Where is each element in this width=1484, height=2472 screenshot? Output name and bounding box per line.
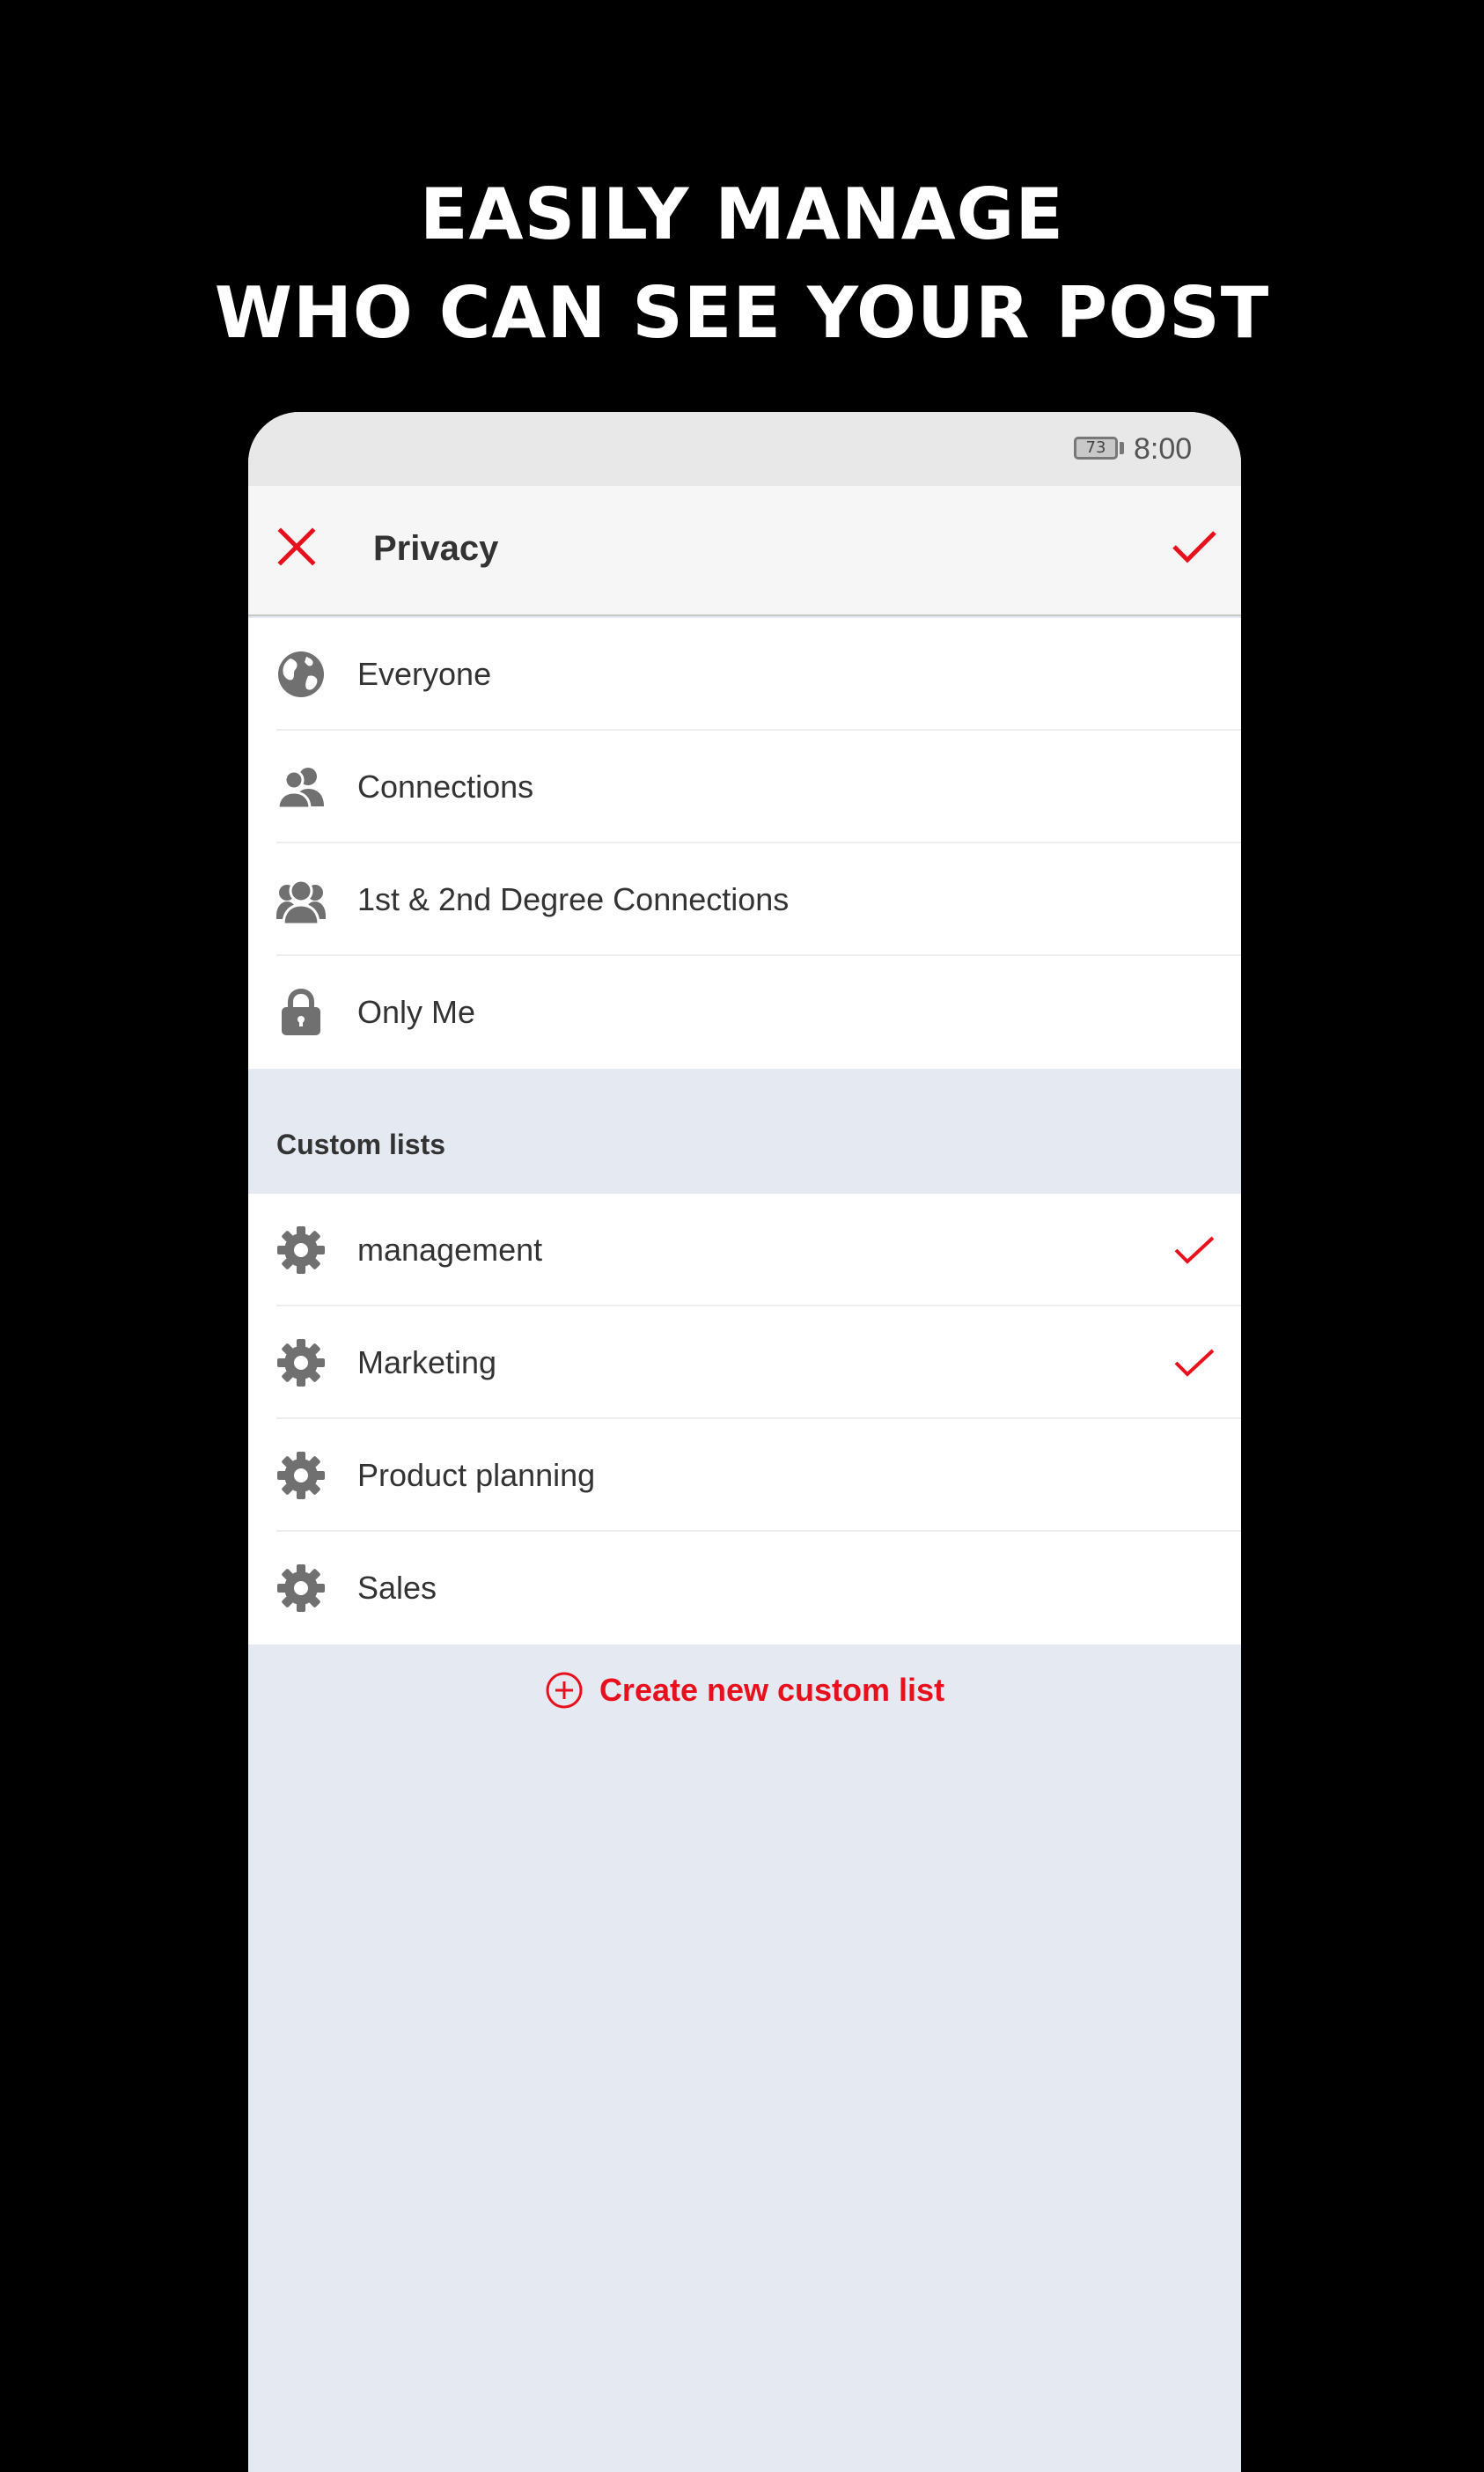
custom-list-item-management[interactable]: management <box>248 1194 1241 1306</box>
lock-icon <box>282 988 320 1035</box>
globe-icon <box>278 651 324 697</box>
group-icon <box>276 879 326 924</box>
privacy-option-label: 1st & 2nd Degree Connections <box>357 881 790 917</box>
promo-line-2: WHO CAN SEE YOUR POST <box>214 272 1270 354</box>
plus-circle-icon <box>546 1672 583 1709</box>
people-icon <box>276 768 324 810</box>
privacy-option-degree-connections[interactable]: 1st & 2nd Degree Connections <box>248 843 1241 956</box>
battery-tip <box>1120 442 1124 454</box>
privacy-options-list: Everyone Connections 1st & 2nd Degree Co… <box>248 618 1241 1069</box>
checkmark-icon <box>1172 531 1216 563</box>
close-icon <box>277 527 316 566</box>
create-custom-list-label: Create new custom list <box>599 1672 945 1708</box>
gear-icon <box>277 1339 325 1387</box>
create-custom-list-content: Create new custom list <box>545 1671 944 1710</box>
create-custom-list-button[interactable]: Create new custom list <box>248 1671 1241 1724</box>
promo-line-1: EASILY MANAGE <box>420 173 1064 255</box>
page-title: Privacy <box>373 529 499 568</box>
custom-lists-header: Custom lists <box>276 1129 446 1160</box>
promo-headline: EASILY MANAGE WHO CAN SEE YOUR POST <box>0 166 1484 363</box>
battery-icon: 73 <box>1074 437 1118 460</box>
close-button[interactable] <box>268 518 326 576</box>
status-bar: 73 8:00 <box>248 412 1241 486</box>
gear-icon <box>277 1226 325 1274</box>
privacy-option-connections[interactable]: Connections <box>248 731 1241 843</box>
custom-list-item-product-planning[interactable]: Product planning <box>248 1419 1241 1532</box>
checkmark-icon <box>1174 1349 1215 1377</box>
gear-icon <box>277 1452 325 1499</box>
privacy-option-everyone[interactable]: Everyone <box>248 618 1241 731</box>
custom-list-item-sales[interactable]: Sales <box>248 1532 1241 1644</box>
custom-lists: management Marketing Product planning Sa… <box>248 1194 1241 1644</box>
privacy-option-only-me[interactable]: Only Me <box>248 956 1241 1069</box>
privacy-option-label: Everyone <box>357 656 492 692</box>
custom-list-item-marketing[interactable]: Marketing <box>248 1306 1241 1419</box>
phone-screen: 73 8:00 Privacy Everyone Connections 1st… <box>248 412 1241 2472</box>
app-bar: Privacy <box>248 486 1241 616</box>
gear-icon <box>277 1564 325 1612</box>
custom-list-label: Sales <box>357 1570 437 1606</box>
privacy-option-label: Connections <box>357 769 534 805</box>
custom-list-label: management <box>357 1232 543 1268</box>
privacy-option-label: Only Me <box>357 994 476 1030</box>
confirm-button[interactable] <box>1165 518 1223 576</box>
custom-list-label: Marketing <box>357 1344 497 1380</box>
checkmark-icon <box>1174 1236 1215 1264</box>
custom-list-label: Product planning <box>357 1457 596 1493</box>
status-time: 8:00 <box>1134 432 1193 466</box>
